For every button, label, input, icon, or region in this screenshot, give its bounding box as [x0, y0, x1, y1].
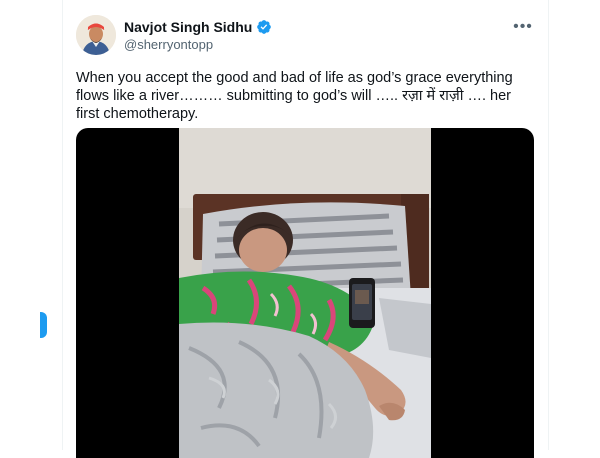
more-options-button[interactable]: ••• — [512, 18, 534, 36]
verified-badge-icon — [257, 20, 272, 34]
author-name-row: Navjot Singh Sidhu — [124, 18, 272, 36]
more-horizontal-icon: ••• — [513, 18, 533, 35]
author-handle[interactable]: @sherryontopp — [124, 37, 213, 52]
tweet-card[interactable]: Navjot Singh Sidhu @sherryontopp ••• Whe… — [62, 0, 549, 458]
left-navigation-strip — [0, 0, 63, 450]
nav-active-indicator[interactable] — [40, 312, 47, 338]
tweet-text: When you accept the good and bad of life… — [76, 70, 513, 122]
avatar[interactable] — [76, 15, 116, 55]
author-display-name[interactable]: Navjot Singh Sidhu — [124, 19, 252, 35]
video-player[interactable] — [76, 128, 534, 458]
video-thumbnail — [179, 128, 431, 458]
avatar-icon — [76, 15, 116, 55]
